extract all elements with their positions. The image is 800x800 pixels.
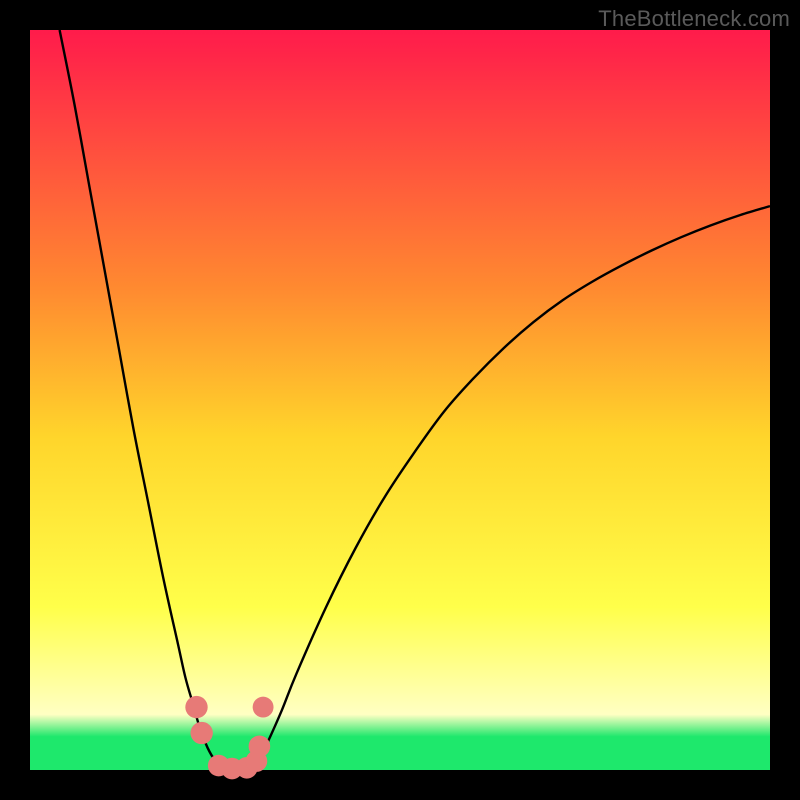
m-left-upper (185, 696, 207, 718)
watermark-label: TheBottleneck.com (598, 6, 790, 32)
chart-frame: TheBottleneck.com (0, 0, 800, 800)
bottleneck-chart (0, 0, 800, 800)
m-left-lower (191, 722, 213, 744)
m-floor-5 (249, 736, 271, 758)
m-right-upper (253, 697, 274, 718)
plot-background (30, 30, 770, 770)
